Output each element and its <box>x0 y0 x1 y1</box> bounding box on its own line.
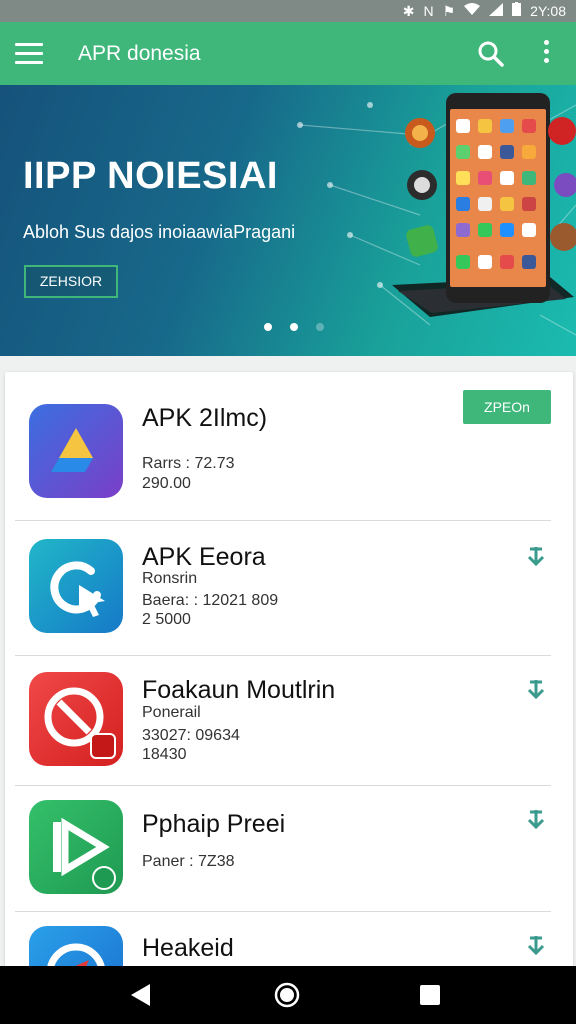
signal-icon <box>489 2 504 20</box>
banner-title: IIPP NOIESIAI <box>23 155 278 197</box>
more-options-icon[interactable] <box>538 40 554 68</box>
search-icon[interactable] <box>478 41 504 67</box>
app-size: 2 5000 <box>142 611 191 628</box>
carousel-dot[interactable] <box>290 323 298 331</box>
list-item[interactable]: Pphaip Preei Paner : 7Z38 <box>15 786 551 912</box>
app-name: Heakeid <box>142 934 234 962</box>
carousel-dot[interactable] <box>264 323 272 331</box>
menu-icon[interactable] <box>15 43 43 65</box>
google-drive-app-icon <box>29 404 123 498</box>
app-rating: 33027: 09634 <box>142 727 240 744</box>
download-icon[interactable] <box>527 808 545 834</box>
app-list: APK 2Ilmc) Rarrs : 72.73 290.00 ZPEOn AP… <box>5 372 573 992</box>
wifi-icon <box>464 2 481 20</box>
battery-icon <box>512 2 522 20</box>
download-icon[interactable] <box>527 545 545 571</box>
app-rating: Rarrs : 72.73 <box>142 455 235 472</box>
app-name: Pphaip Preei <box>142 810 286 838</box>
app-rating: Baera: : 12021 809 <box>142 592 279 609</box>
banner-cta-button[interactable]: ZEHSIOR <box>24 265 118 298</box>
app-category: Ponerail <box>142 704 201 721</box>
video-app-icon <box>29 672 123 766</box>
bluetooth-icon: ✱ <box>402 3 415 19</box>
app-name: APK Eeora <box>142 543 266 571</box>
play-app-icon <box>29 800 123 894</box>
carousel-indicator[interactable] <box>264 323 324 331</box>
app-bar: APR donesia <box>0 22 576 85</box>
list-item[interactable]: APK Eeora Ronsrin Baera: : 12021 809 2 5… <box>15 521 551 656</box>
carousel-dot[interactable] <box>316 323 324 331</box>
status-bar: ✱ N ⚑ 2Y:08 <box>0 0 576 22</box>
system-nav-bar <box>0 966 576 1024</box>
app-rating: Paner : 7Z38 <box>142 853 235 870</box>
download-icon[interactable] <box>527 934 545 960</box>
back-icon[interactable] <box>131 984 151 1011</box>
download-icon[interactable] <box>527 678 545 704</box>
app-size: 18430 <box>142 746 187 763</box>
clock: 2Y:08 <box>530 3 566 19</box>
install-button[interactable]: ZPEOn <box>463 390 551 424</box>
promo-banner[interactable]: IIPP NOIESIAI Abloh Sus dajos inoiaawiaP… <box>0 85 576 356</box>
list-item[interactable]: Foakaun Moutlrin Ponerail 33027: 09634 1… <box>15 656 551 786</box>
app-size: 290.00 <box>142 475 191 492</box>
app-name: APK 2Ilmc) <box>142 404 268 432</box>
smartphone-illustration <box>392 93 576 317</box>
status-icons: ✱ N ⚑ 2Y:08 <box>403 2 566 20</box>
nfc-icon: N <box>423 3 434 19</box>
app-title: APR donesia <box>78 42 201 65</box>
app-name: Foakaun Moutlrin <box>142 676 336 704</box>
recent-apps-icon[interactable] <box>420 985 440 1005</box>
list-item[interactable]: APK 2Ilmc) Rarrs : 72.73 290.00 ZPEOn <box>15 372 551 521</box>
app-category: Ronsrin <box>142 570 198 587</box>
refresh-app-icon <box>29 539 123 633</box>
vibrate-icon: ⚑ <box>442 3 456 19</box>
banner-subtitle: Abloh Sus dajos inoiaawiaPragani <box>23 222 296 242</box>
home-icon[interactable] <box>274 982 300 1013</box>
